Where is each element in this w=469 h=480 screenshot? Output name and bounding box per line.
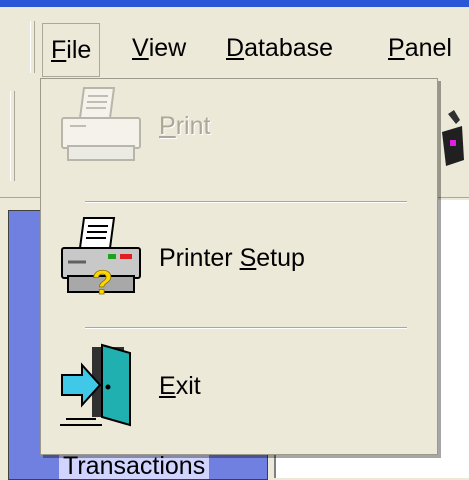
toolbar-grip[interactable]	[10, 91, 15, 181]
transactions-label[interactable]: Transactions	[59, 453, 210, 479]
menu-file-mnemonic: F	[51, 35, 67, 64]
file-menu-dropdown: Print ? Printer Setup Exit	[40, 78, 438, 455]
menu-panel-label: anel	[404, 33, 452, 62]
printer-icon	[51, 81, 151, 171]
menu-item-exit[interactable]: Exit	[51, 341, 431, 431]
menu-view-mnemonic: V	[132, 33, 149, 62]
menu-view-label: iew	[148, 33, 187, 62]
menu-panel[interactable]: Panel	[388, 33, 452, 63]
menu-file[interactable]: File	[42, 23, 101, 77]
menu-separator	[85, 201, 407, 203]
menu-file-label: ile	[66, 35, 92, 64]
menu-item-printer-setup-label: Printer Setup	[159, 243, 305, 272]
menu-database[interactable]: Database	[226, 33, 333, 63]
menu-view[interactable]: View	[132, 33, 186, 63]
menu-item-print[interactable]: Print	[51, 81, 431, 171]
menu-database-mnemonic: D	[226, 33, 245, 62]
menu-separator	[85, 327, 407, 329]
menu-database-label: atabase	[244, 33, 334, 62]
title-bar-edge	[0, 0, 469, 7]
menu-item-print-label: Print	[159, 111, 211, 140]
menubar-grip[interactable]	[30, 21, 35, 73]
exit-door-icon	[51, 341, 151, 431]
svg-text:?: ?	[92, 264, 113, 300]
toolbar-partial-icon[interactable]	[438, 110, 466, 172]
printer-setup-icon: ?	[51, 213, 151, 303]
menu-bar: File View Database Panel	[0, 7, 469, 80]
menu-item-exit-label: Exit	[159, 371, 201, 400]
menu-item-printer-setup[interactable]: ? Printer Setup	[51, 213, 431, 303]
menu-panel-mnemonic: P	[388, 33, 405, 62]
